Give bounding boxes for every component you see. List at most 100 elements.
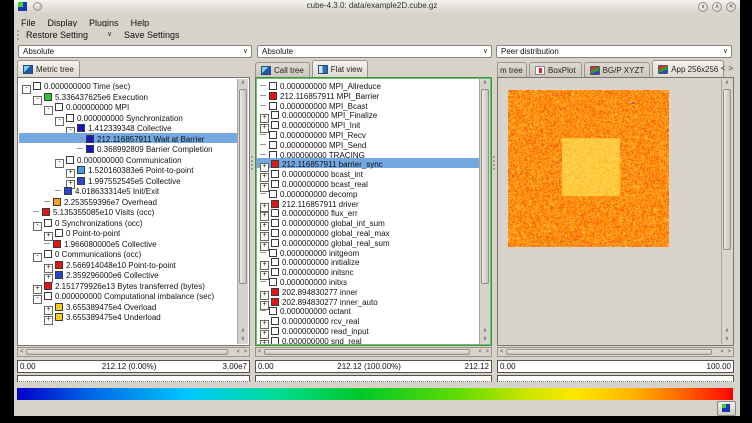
scroll-up-icon[interactable] — [238, 79, 248, 88]
tree-row[interactable]: +0 Point-to-point — [19, 227, 238, 238]
scroll-right-icon[interactable] — [485, 348, 489, 356]
save-settings-button[interactable]: Save Settings — [124, 27, 180, 43]
tree-row[interactable]: +1.520160383e6 Point-to-point — [19, 164, 238, 175]
tab-boxplot[interactable]: BoxPlot — [529, 62, 582, 77]
tree-row[interactable]: -0 Synchronizations (occ) — [19, 217, 238, 228]
tree-row[interactable]: +2.151779926e13 Bytes transferred (bytes… — [19, 280, 238, 291]
tab-call-tree[interactable]: Call tree — [255, 62, 310, 77]
tree-row[interactable]: 4.018633314e5 Init/Exit — [19, 185, 238, 196]
close-button[interactable] — [726, 2, 736, 12]
scroll-up-icon[interactable] — [722, 79, 732, 88]
tree-row[interactable]: -0.000000000 MPI — [19, 101, 238, 112]
tree-row[interactable]: -0.000000000 Synchronization — [19, 112, 238, 123]
tree-row[interactable]: +202.894830277 inner — [257, 286, 480, 296]
tree-row[interactable]: +2.566914048e10 Point-to-point — [19, 259, 238, 270]
scroll-right-icon[interactable] — [243, 348, 247, 356]
call-value-mode-select[interactable]: Absolute — [257, 45, 492, 58]
horizontal-scrollbar[interactable] — [17, 347, 250, 357]
scroll-left-icon[interactable] — [258, 348, 262, 356]
tab-scroll-left-icon[interactable] — [721, 64, 726, 73]
tree-row[interactable]: +0.000000000 read_input — [257, 325, 480, 335]
tree-row[interactable]: +0.000000000 global_real_sum — [257, 237, 480, 247]
tree-row[interactable]: +212.116857911 barrier_sync — [257, 158, 480, 168]
horizontal-scrollbar[interactable] — [497, 347, 734, 357]
tree-row[interactable]: -0 Communications (occ) — [19, 248, 238, 259]
scroll-left-icon[interactable] — [720, 348, 724, 356]
tree-row[interactable]: -0.000000000 Computational imbalance (se… — [19, 290, 238, 301]
system-value-mode-select[interactable]: Peer distribution — [496, 45, 732, 58]
scroll-down-icon[interactable] — [480, 335, 490, 344]
tab-app-256x256[interactable]: App 256x256 — [652, 60, 724, 77]
tree-row[interactable]: +0.000000000 initialize — [257, 256, 480, 266]
expand-icon[interactable]: + — [44, 316, 53, 325]
tab-scroll-right-icon[interactable] — [728, 64, 733, 73]
toolbar-grip[interactable] — [17, 30, 21, 40]
tree-row[interactable]: 0.000000000 initxs — [257, 276, 480, 286]
scroll-left-icon[interactable] — [500, 348, 504, 356]
tab-flat-view[interactable]: Flat view — [312, 60, 369, 77]
scroll-left-icon[interactable] — [20, 348, 24, 356]
minimize-button[interactable] — [698, 2, 708, 12]
maximize-button[interactable] — [712, 2, 722, 12]
tab-metric-tree[interactable]: Metric tree — [17, 60, 80, 77]
chevron-down-icon[interactable] — [107, 27, 112, 43]
vertical-scrollbar[interactable] — [479, 79, 490, 344]
tree-row[interactable]: +2.359296000e6 Collective — [19, 269, 238, 280]
tree-row[interactable]: +0.000000000 global_real_max — [257, 227, 480, 237]
tree-row[interactable]: 0.000000000 initgeom — [257, 247, 480, 257]
cube-logo-button[interactable] — [717, 401, 736, 416]
tree-row[interactable]: 1.966080000e5 Collective — [19, 238, 238, 249]
restore-settings-button[interactable]: Restore Setting — [26, 27, 88, 43]
tree-row[interactable]: 0.000000000 octant — [257, 305, 480, 315]
tree-row[interactable]: +3.655389475e4 Underload — [19, 311, 238, 322]
scroll-down-icon[interactable] — [722, 335, 732, 344]
tree-row[interactable]: +0.000000000 MPI_Finalize — [257, 109, 480, 119]
tree-row[interactable]: +0.000000000 snd_real — [257, 335, 480, 344]
title-bar[interactable]: cube-4.3.0: data/example2D.cube.gz — [14, 0, 740, 14]
tree-row[interactable]: -0.000000000 Time (sec) — [19, 80, 238, 91]
tree-row[interactable]: 212.116857911 MPI_Barrier — [257, 90, 480, 100]
scroll-up-icon[interactable] — [480, 79, 490, 88]
tree-row[interactable]: +0.000000000 bcast_real — [257, 178, 480, 188]
scrollbar-thumb[interactable] — [239, 89, 247, 284]
tree-row[interactable]: 0.000000000 MPI_Send — [257, 139, 480, 149]
tree-row[interactable]: 2.253559396e7 Overhead — [19, 196, 238, 207]
metric-value-mode-select[interactable]: Absolute — [18, 45, 252, 58]
tree-row[interactable]: +1.997552545e5 Collective — [19, 175, 238, 186]
scroll-left-icon[interactable] — [236, 348, 240, 356]
tree-row[interactable]: +0.000000000 bcast_int — [257, 168, 480, 178]
tree-row[interactable]: 0.368992809 Barrier Completion — [19, 143, 238, 154]
tree-row[interactable]: +212.116857911 driver — [257, 198, 480, 208]
scrollbar-thumb[interactable] — [506, 349, 712, 355]
scrollbar-thumb[interactable] — [723, 89, 731, 250]
expand-icon[interactable]: + — [260, 340, 269, 344]
vertical-scrollbar[interactable] — [721, 79, 732, 344]
tree-row[interactable]: -1.412339348 Collective — [19, 122, 238, 133]
tree-row[interactable]: +202.894830277 inner_auto — [257, 296, 480, 306]
scrollbar-thumb[interactable] — [26, 349, 228, 355]
tree-row[interactable]: +3.655389475e4 Overload — [19, 301, 238, 312]
tree-row[interactable]: +0.000000000 MPI_Init — [257, 119, 480, 129]
tree-row[interactable]: 0.000000000 MPI_Allreduce — [257, 80, 480, 90]
scroll-down-icon[interactable] — [238, 335, 248, 344]
tree-row[interactable]: +0.000000000 initsnc — [257, 266, 480, 276]
tree-row[interactable]: -0.000000000 Communication — [19, 154, 238, 165]
scroll-right-icon[interactable] — [727, 348, 731, 356]
tab-bg-p-xyzt[interactable]: BG/P XYZT — [584, 62, 651, 77]
tree-row[interactable]: 0.000000000 decomp — [257, 188, 480, 198]
tree-row[interactable]: 5.135355085e10 Visits (occ) — [19, 206, 238, 217]
horizontal-scrollbar[interactable] — [255, 347, 492, 357]
tab-m-tree[interactable]: m tree — [497, 62, 527, 77]
tree-row[interactable]: 0.000000000 TRACING — [257, 149, 480, 159]
tree-row[interactable]: 0.000000000 MPI_Recv — [257, 129, 480, 139]
tree-row[interactable]: +0.000000000 flux_err — [257, 207, 480, 217]
tree-row[interactable]: -5.336437625e6 Execution — [19, 91, 238, 102]
tree-row[interactable]: +0.000000000 rcv_real — [257, 315, 480, 325]
scroll-left-icon[interactable] — [478, 348, 482, 356]
window-menu-button[interactable] — [33, 2, 42, 11]
scrollbar-thumb[interactable] — [264, 349, 470, 355]
tree-row[interactable]: +0.000000000 global_int_sum — [257, 217, 480, 227]
tree-row[interactable]: 0.000000000 MPI_Bcast — [257, 100, 480, 110]
vertical-scrollbar[interactable] — [237, 79, 248, 344]
tree-row[interactable]: 212.116857911 Wait at Barrier — [19, 133, 238, 144]
